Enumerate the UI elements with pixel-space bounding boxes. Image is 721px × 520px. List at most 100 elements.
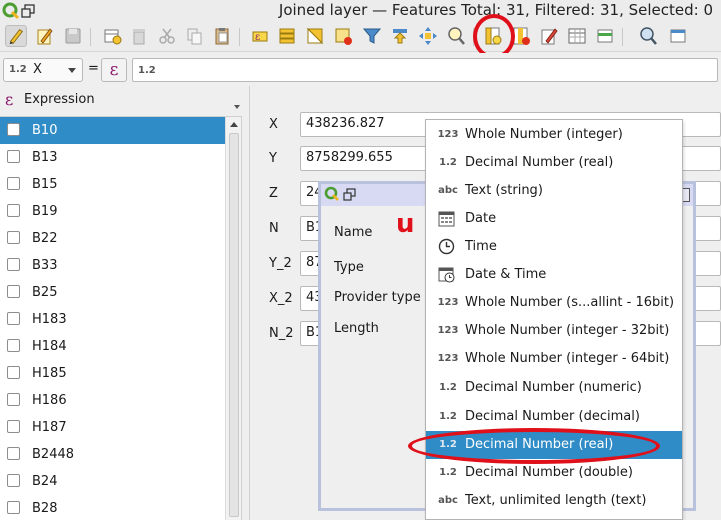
checkbox[interactable]: [7, 447, 20, 460]
checkbox[interactable]: [7, 393, 20, 406]
list-item[interactable]: H186: [0, 387, 225, 414]
menu-item-label: Date & Time: [465, 267, 547, 282]
deselect-button[interactable]: [332, 25, 354, 47]
calendar-icon: [438, 211, 455, 227]
list-item[interactable]: B13: [0, 144, 225, 171]
equals-sign: =: [88, 61, 99, 76]
save-edits-button[interactable]: [62, 25, 84, 47]
paste-icon: [215, 28, 229, 45]
checkbox[interactable]: [7, 501, 20, 514]
scrollbar-thumb[interactable]: [229, 133, 239, 517]
list-item[interactable]: B25: [0, 279, 225, 306]
feature-list-header[interactable]: ε Expression: [0, 86, 246, 114]
list-item[interactable]: H183: [0, 306, 225, 333]
save-edits-icon: [65, 28, 81, 44]
type-tag: 1.2: [439, 382, 457, 393]
reload-button[interactable]: [101, 25, 123, 47]
annotation-red-ellipse: [408, 428, 660, 464]
checkbox[interactable]: [7, 123, 20, 136]
checkbox[interactable]: [7, 285, 20, 298]
invert-selection-icon: [306, 27, 324, 45]
qgis-logo-icon: [324, 186, 339, 201]
window-restore-icon[interactable]: [21, 4, 35, 18]
list-item[interactable]: B10: [0, 117, 225, 144]
menu-item-label: Text, unlimited length (text): [465, 493, 647, 508]
multi-edit-button[interactable]: [34, 25, 56, 47]
menu-item[interactable]: 1.2 Decimal Number (real): [426, 149, 682, 177]
list-item[interactable]: B24: [0, 468, 225, 495]
checkbox[interactable]: [7, 366, 20, 379]
checkbox[interactable]: [7, 177, 20, 190]
type-tag: 1.2: [439, 467, 457, 478]
list-item[interactable]: B15: [0, 171, 225, 198]
select-by-expression-button[interactable]: ε: [249, 25, 271, 47]
menu-item[interactable]: abc Text, unlimited length (text): [426, 487, 682, 515]
checkbox[interactable]: [7, 339, 20, 352]
list-item-label: H185: [32, 366, 67, 381]
type-tag: 1.2: [439, 157, 457, 168]
menu-item[interactable]: abc Text (string): [426, 177, 682, 205]
list-item[interactable]: H187: [0, 414, 225, 441]
menu-item[interactable]: Date & Time: [426, 261, 682, 289]
menu-item[interactable]: 123 Whole Number (integer - 64bit): [426, 345, 682, 373]
field-label: X_2: [269, 291, 293, 306]
filter-icon: [362, 28, 382, 44]
invert-selection-button[interactable]: [304, 25, 326, 47]
list-scrollbar[interactable]: [225, 117, 241, 520]
expression-value-input[interactable]: 1.2: [132, 58, 718, 82]
field-selector[interactable]: 1.2 X: [3, 58, 83, 82]
menu-item[interactable]: 1.2 Decimal Number (numeric): [426, 374, 682, 402]
window-restore-icon[interactable]: [343, 188, 356, 201]
list-item[interactable]: B19: [0, 198, 225, 225]
menu-item-label: Whole Number (s...allint - 16bit): [465, 295, 675, 310]
field-calculator-button[interactable]: [566, 25, 588, 47]
menu-item[interactable]: 123 Whole Number (s...allint - 16bit): [426, 289, 682, 317]
menu-item[interactable]: Date: [426, 205, 682, 233]
select-by-expression-icon: ε: [252, 31, 268, 43]
menu-item[interactable]: Time: [426, 233, 682, 261]
checkbox[interactable]: [7, 312, 20, 325]
checkbox[interactable]: [7, 204, 20, 217]
zoom-to-selection-button[interactable]: [445, 25, 467, 47]
feature-list-header-label: Expression: [24, 92, 95, 107]
list-item[interactable]: H184: [0, 333, 225, 360]
select-all-icon: [279, 28, 295, 44]
clock-icon: [438, 238, 455, 255]
field-name: X: [33, 62, 42, 77]
checkbox[interactable]: [7, 474, 20, 487]
pan-to-selection-button[interactable]: [417, 25, 439, 47]
list-item[interactable]: B33: [0, 252, 225, 279]
move-selection-to-top-button[interactable]: [389, 25, 411, 47]
copy-button[interactable]: [183, 25, 205, 47]
menu-item[interactable]: 1.2 Decimal Number (decimal): [426, 403, 682, 431]
menu-item[interactable]: 123 Whole Number (integer - 32bit): [426, 317, 682, 345]
select-all-button[interactable]: [276, 25, 298, 47]
checkbox[interactable]: [7, 420, 20, 433]
field-label: Y: [269, 151, 277, 166]
toggle-editing-button[interactable]: [5, 25, 27, 47]
conditional-formatting-icon: [597, 29, 613, 43]
checkbox[interactable]: [7, 231, 20, 244]
organize-columns-button[interactable]: [538, 25, 560, 47]
menu-item[interactable]: 123 Whole Number (integer): [426, 121, 682, 149]
paste-button[interactable]: [211, 25, 233, 47]
dock-button[interactable]: [667, 25, 689, 47]
delete-feature-button[interactable]: [128, 25, 150, 47]
scroll-up-icon[interactable]: [230, 122, 238, 127]
menu-item-label: Decimal Number (numeric): [465, 380, 642, 395]
list-item[interactable]: H185: [0, 360, 225, 387]
checkbox[interactable]: [7, 258, 20, 271]
list-item[interactable]: B2448: [0, 441, 225, 468]
list-item[interactable]: B28: [0, 495, 225, 520]
list-item[interactable]: B22: [0, 225, 225, 252]
conditional-formatting-button[interactable]: [594, 25, 616, 47]
list-item-label: B22: [32, 231, 58, 246]
actions-button[interactable]: [637, 25, 659, 47]
menu-item-label: Whole Number (integer - 64bit): [465, 351, 670, 366]
filter-button[interactable]: [361, 25, 383, 47]
cut-button[interactable]: [156, 25, 178, 47]
checkbox[interactable]: [7, 150, 20, 163]
copy-icon: [187, 28, 202, 45]
expression-builder-button[interactable]: ε: [101, 58, 127, 82]
expression-bar: 1.2 X = ε 1.2: [0, 53, 721, 85]
